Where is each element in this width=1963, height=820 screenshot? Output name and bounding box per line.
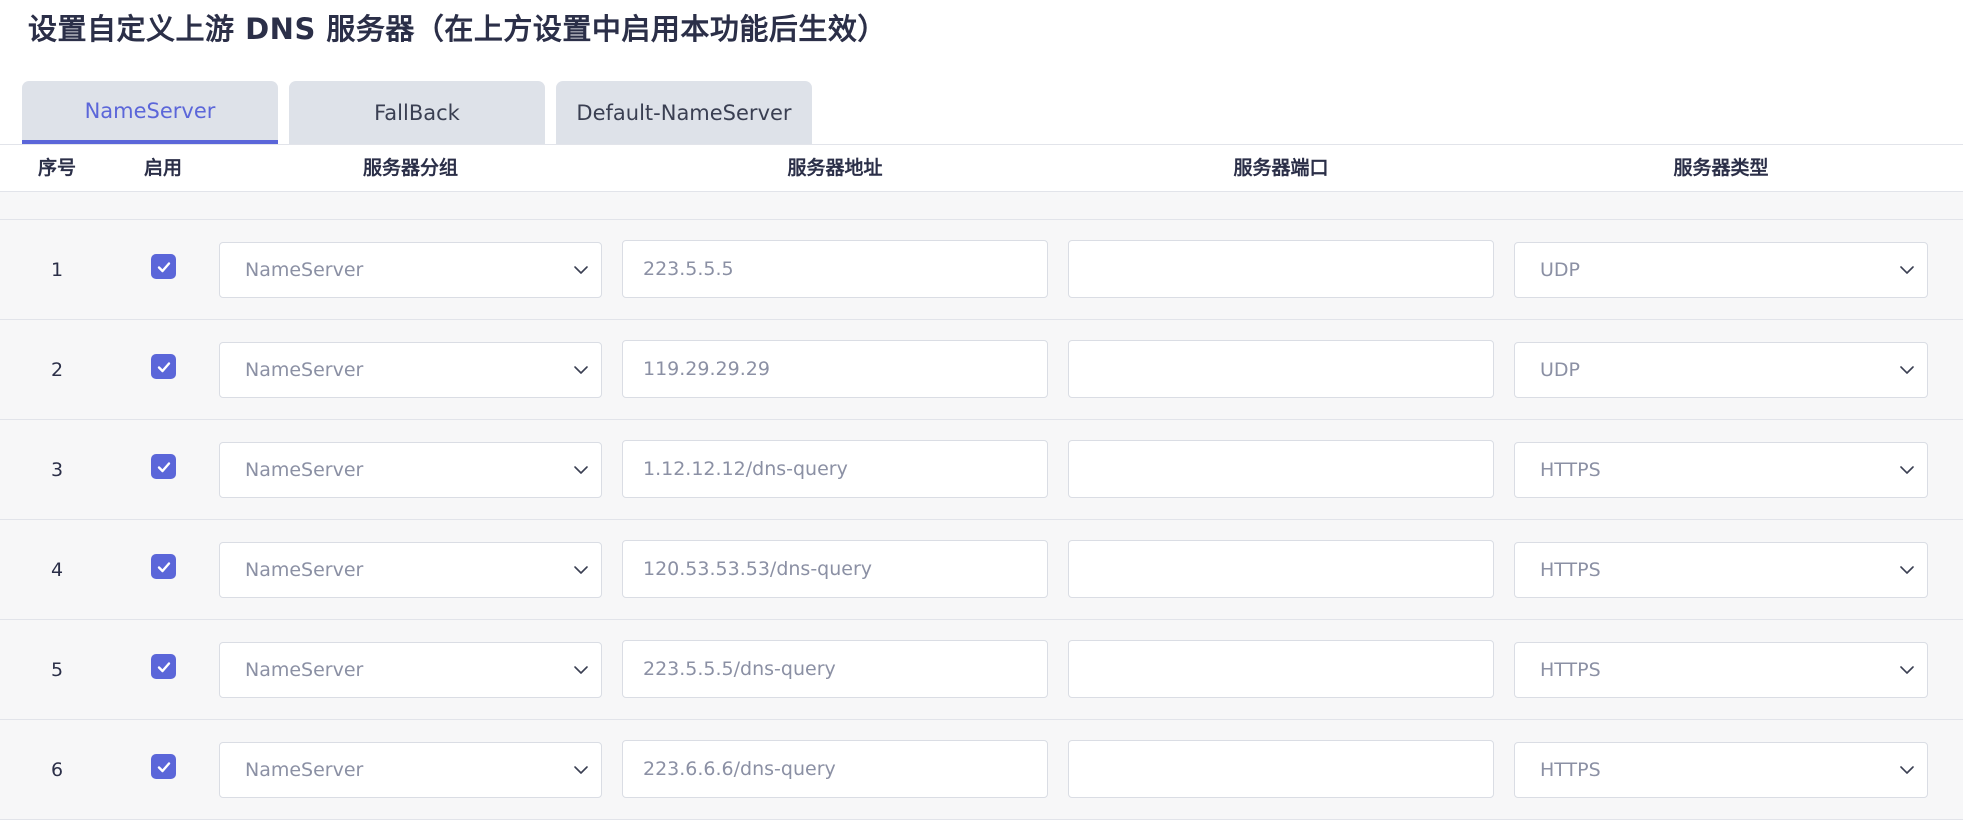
tab-nameserver[interactable]: NameServer — [22, 81, 278, 144]
table-row: 5 NameServer 223.5.5.5/dns-query HTTPS — [0, 620, 1963, 720]
chevron-down-icon — [574, 566, 588, 574]
server-address-input[interactable]: 1.12.12.12/dns-query — [622, 440, 1048, 498]
enabled-checkbox[interactable] — [151, 554, 176, 579]
chevron-down-icon — [1900, 566, 1914, 574]
checkmark-icon — [157, 661, 170, 672]
enabled-checkbox[interactable] — [151, 454, 176, 479]
chevron-down-icon — [1900, 366, 1914, 374]
server-type-value: HTTPS — [1540, 459, 1601, 481]
checkmark-icon — [157, 361, 170, 372]
column-header-group: 服务器分组 — [362, 157, 458, 179]
table-row: 2 NameServer 119.29.29.29 UDP — [0, 320, 1963, 420]
server-group-value: NameServer — [245, 359, 364, 381]
server-type-select[interactable]: HTTPS — [1514, 442, 1928, 498]
server-type-value: UDP — [1540, 359, 1580, 381]
chevron-down-icon — [574, 766, 588, 774]
server-group-select[interactable]: NameServer — [219, 442, 602, 498]
enabled-checkbox[interactable] — [151, 754, 176, 779]
server-group-value: NameServer — [245, 759, 364, 781]
table-row: 3 NameServer 1.12.12.12/dns-query HTTPS — [0, 420, 1963, 520]
table-row: 6 NameServer 223.6.6.6/dns-query HTTPS — [0, 720, 1963, 820]
server-group-select[interactable]: NameServer — [219, 342, 602, 398]
checkmark-icon — [157, 761, 170, 772]
chevron-down-icon — [1900, 766, 1914, 774]
server-group-select[interactable]: NameServer — [219, 742, 602, 798]
column-header-index: 序号 — [37, 157, 76, 179]
server-address-input[interactable]: 120.53.53.53/dns-query — [622, 540, 1048, 598]
server-type-select[interactable]: UDP — [1514, 242, 1928, 298]
row-index: 6 — [50, 759, 64, 781]
chevron-down-icon — [1900, 266, 1914, 274]
server-group-select[interactable]: NameServer — [219, 242, 602, 298]
server-type-select[interactable]: HTTPS — [1514, 742, 1928, 798]
tab-default-nameserver[interactable]: Default-NameServer — [556, 81, 812, 144]
checkmark-icon — [157, 461, 170, 472]
server-type-select[interactable]: HTTPS — [1514, 642, 1928, 698]
row-index: 5 — [50, 659, 64, 681]
server-group-select[interactable]: NameServer — [219, 542, 602, 598]
row-index: 4 — [50, 559, 64, 581]
chevron-down-icon — [1900, 666, 1914, 674]
server-type-value: UDP — [1540, 259, 1580, 281]
server-address-value: 223.5.5.5/dns-query — [643, 658, 836, 680]
server-type-select[interactable]: HTTPS — [1514, 542, 1928, 598]
server-address-value: 223.5.5.5 — [643, 258, 734, 280]
chevron-down-icon — [574, 666, 588, 674]
table-row: 1 NameServer 223.5.5.5 UDP — [0, 220, 1963, 320]
server-address-value: 223.6.6.6/dns-query — [643, 758, 836, 780]
server-address-input[interactable]: 223.6.6.6/dns-query — [622, 740, 1048, 798]
server-tabs: NameServer FallBack Default-NameServer — [22, 81, 812, 144]
server-port-input[interactable] — [1068, 740, 1494, 798]
row-index: 1 — [50, 259, 64, 281]
tab-fallback[interactable]: FallBack — [289, 81, 545, 144]
server-type-value: HTTPS — [1540, 759, 1601, 781]
table-header: 序号 启用 服务器分组 服务器地址 服务器端口 服务器类型 — [0, 144, 1963, 192]
server-type-value: HTTPS — [1540, 559, 1601, 581]
server-port-input[interactable] — [1068, 640, 1494, 698]
column-header-port: 服务器端口 — [1233, 157, 1329, 179]
server-address-value: 120.53.53.53/dns-query — [643, 558, 873, 580]
server-group-select[interactable]: NameServer — [219, 642, 602, 698]
server-address-input[interactable]: 223.5.5.5 — [622, 240, 1048, 298]
server-type-value: HTTPS — [1540, 659, 1601, 681]
checkmark-icon — [157, 561, 170, 572]
chevron-down-icon — [574, 366, 588, 374]
server-group-value: NameServer — [245, 259, 364, 281]
server-group-value: NameServer — [245, 659, 364, 681]
server-type-select[interactable]: UDP — [1514, 342, 1928, 398]
server-address-value: 119.29.29.29 — [643, 358, 770, 380]
row-index: 2 — [50, 359, 64, 381]
chevron-down-icon — [574, 466, 588, 474]
column-header-enabled: 启用 — [143, 157, 182, 179]
server-address-input[interactable]: 119.29.29.29 — [622, 340, 1048, 398]
server-port-input[interactable] — [1068, 540, 1494, 598]
server-port-input[interactable] — [1068, 340, 1494, 398]
chevron-down-icon — [1900, 466, 1914, 474]
checkmark-icon — [157, 261, 170, 272]
chevron-down-icon — [574, 266, 588, 274]
server-table-body: 1 NameServer 223.5.5.5 UDP 2 NameServer … — [0, 220, 1963, 820]
table-spacer — [0, 192, 1963, 220]
server-address-value: 1.12.12.12/dns-query — [643, 458, 848, 480]
server-group-value: NameServer — [245, 459, 364, 481]
table-row: 4 NameServer 120.53.53.53/dns-query HTTP… — [0, 520, 1963, 620]
column-header-address: 服务器地址 — [787, 157, 883, 179]
enabled-checkbox[interactable] — [151, 354, 176, 379]
row-index: 3 — [50, 459, 64, 481]
column-header-type: 服务器类型 — [1673, 157, 1769, 179]
server-group-value: NameServer — [245, 559, 364, 581]
server-port-input[interactable] — [1068, 240, 1494, 298]
enabled-checkbox[interactable] — [151, 254, 176, 279]
enabled-checkbox[interactable] — [151, 654, 176, 679]
server-address-input[interactable]: 223.5.5.5/dns-query — [622, 640, 1048, 698]
page-title: 设置自定义上游 DNS 服务器（在上方设置中启用本功能后生效） — [28, 12, 887, 46]
server-port-input[interactable] — [1068, 440, 1494, 498]
